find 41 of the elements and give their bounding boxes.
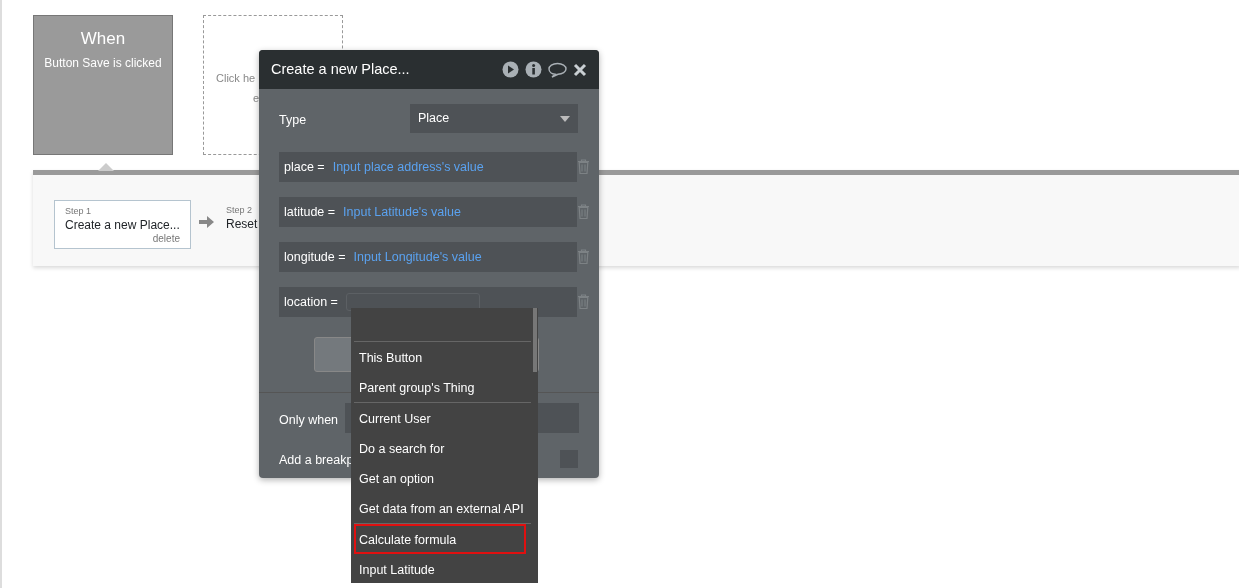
arrow-icon — [199, 215, 214, 229]
trash-icon[interactable] — [577, 249, 590, 264]
menu-item[interactable]: Input Latitude — [354, 554, 526, 583]
trigger-title: When — [79, 28, 127, 50]
trigger-event: Button Save is clicked — [43, 54, 163, 72]
type-dropdown[interactable]: Place — [410, 104, 578, 133]
pointer-notch — [98, 163, 114, 171]
field-label: latitude = — [284, 203, 336, 221]
menu-item[interactable]: This Button — [354, 342, 526, 372]
info-icon[interactable] — [525, 61, 542, 78]
field-label: longitude = — [284, 248, 346, 266]
trash-icon[interactable] — [577, 204, 590, 219]
step-card[interactable]: Step 1 Create a new Place... delete — [54, 200, 191, 249]
step-number: Step 2 — [226, 204, 254, 217]
step-number: Step 1 — [65, 205, 93, 218]
trash-icon[interactable] — [577, 159, 590, 174]
field-row[interactable]: place = Input place address's value — [279, 152, 577, 182]
step-title: Create a new Place... — [65, 218, 180, 232]
trash-icon[interactable] — [577, 294, 590, 309]
only-when-label: Only when — [279, 412, 339, 429]
scrollbar[interactable] — [533, 308, 537, 372]
close-icon[interactable] — [573, 62, 587, 77]
field-row[interactable]: longitude = Input Longitude's value — [279, 242, 577, 272]
play-icon[interactable] — [502, 61, 519, 78]
delete-link[interactable]: delete — [65, 232, 180, 246]
type-label: Type — [279, 112, 307, 129]
menu-item[interactable]: Calculate formula — [354, 524, 526, 554]
field-label: place = — [284, 158, 325, 176]
menu-item[interactable]: Get an option — [354, 463, 526, 493]
comment-icon[interactable] — [548, 61, 567, 78]
step-title: Reset — [226, 217, 258, 231]
menu-item[interactable]: Current User — [354, 403, 526, 433]
menu-item[interactable]: Get data from an external API — [354, 493, 526, 523]
menu-item[interactable]: Do a search for — [354, 433, 526, 463]
placeholder-text: Click he — [216, 71, 256, 86]
popup-title: Create a new Place... — [271, 59, 411, 79]
menu-item[interactable]: Parent group's Thing — [354, 372, 526, 402]
field-row[interactable]: latitude = Input Latitude's value — [279, 197, 577, 227]
field-label: location = — [284, 293, 338, 311]
caret-icon — [560, 115, 570, 122]
placeholder-text: e — [253, 91, 260, 106]
